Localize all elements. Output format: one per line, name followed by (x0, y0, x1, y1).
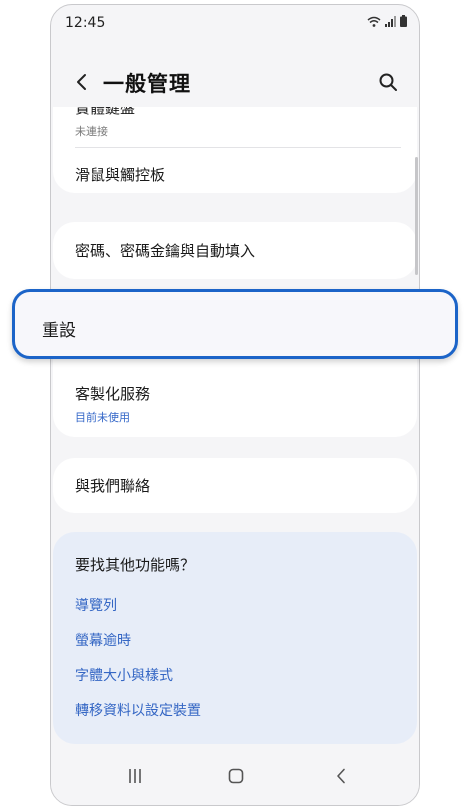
contact-us-item[interactable]: 與我們聯絡 (75, 475, 401, 496)
settings-card-input: 實體鍵盤 未連接 滑鼠與觸控板 (53, 107, 417, 193)
signal-icon (385, 15, 396, 27)
contact-us-title: 與我們聯絡 (75, 477, 151, 495)
nav-back-button[interactable] (321, 761, 361, 791)
status-bar: 12:45 (51, 5, 419, 41)
chevron-left-icon (77, 74, 86, 90)
recents-button[interactable] (115, 761, 155, 791)
settings-card-contact: 與我們聯絡 (53, 458, 417, 513)
settings-card-passwords: 密碼、密碼金鑰與自動填入 (53, 222, 417, 279)
home-button[interactable] (216, 761, 256, 791)
customization-service-item[interactable]: 客製化服務 目前未使用 (75, 383, 401, 425)
reset-item-highlighted[interactable]: 重設 (12, 289, 458, 359)
physical-keyboard-item[interactable]: 實體鍵盤 未連接 (75, 107, 401, 139)
battery-icon (400, 15, 407, 27)
scrollbar[interactable] (415, 157, 418, 275)
physical-keyboard-status: 未連接 (75, 125, 108, 138)
passwords-autofill-item[interactable]: 密碼、密碼金鑰與自動填入 (75, 240, 401, 261)
back-button[interactable] (67, 67, 97, 97)
search-button[interactable] (373, 67, 403, 97)
status-icons (367, 15, 407, 27)
help-link-navigation-bar[interactable]: 導覽列 (75, 595, 117, 615)
physical-keyboard-title: 實體鍵盤 (75, 107, 136, 117)
back-icon (337, 768, 345, 784)
passwords-autofill-title: 密碼、密碼金鑰與自動填入 (75, 242, 256, 260)
mouse-touchpad-title: 滑鼠與觸控板 (75, 166, 166, 184)
status-time: 12:45 (65, 15, 106, 31)
customization-service-title: 客製化服務 (75, 385, 151, 403)
help-link-font-size[interactable]: 字體大小與樣式 (75, 665, 173, 685)
wifi-icon (367, 16, 381, 27)
help-card: 要找其他功能嗎？ 導覽列 螢幕逾時 字體大小與樣式 轉移資料以設定裝置 (53, 532, 417, 744)
recents-icon (129, 769, 141, 783)
header: 一般管理 (51, 57, 419, 107)
home-icon (228, 768, 244, 784)
phone-screen: 12:45 一般管理 實體鍵盤 未連接 滑鼠與觸控板 密碼、密碼金鑰與自動填入 … (50, 4, 420, 806)
settings-list[interactable]: 實體鍵盤 未連接 滑鼠與觸控板 密碼、密碼金鑰與自動填入 客製化服務 目前未使用… (51, 107, 419, 747)
search-icon (379, 73, 397, 91)
help-link-screen-timeout[interactable]: 螢幕逾時 (75, 630, 131, 650)
mouse-touchpad-item[interactable]: 滑鼠與觸控板 (75, 164, 401, 185)
customization-service-status: 目前未使用 (75, 411, 130, 424)
divider (75, 147, 401, 148)
reset-title: 重設 (42, 321, 76, 341)
help-card-title: 要找其他功能嗎？ (75, 556, 196, 574)
help-link-transfer-data[interactable]: 轉移資料以設定裝置 (75, 700, 201, 720)
navigation-bar (51, 747, 419, 805)
page-title: 一般管理 (103, 72, 191, 96)
